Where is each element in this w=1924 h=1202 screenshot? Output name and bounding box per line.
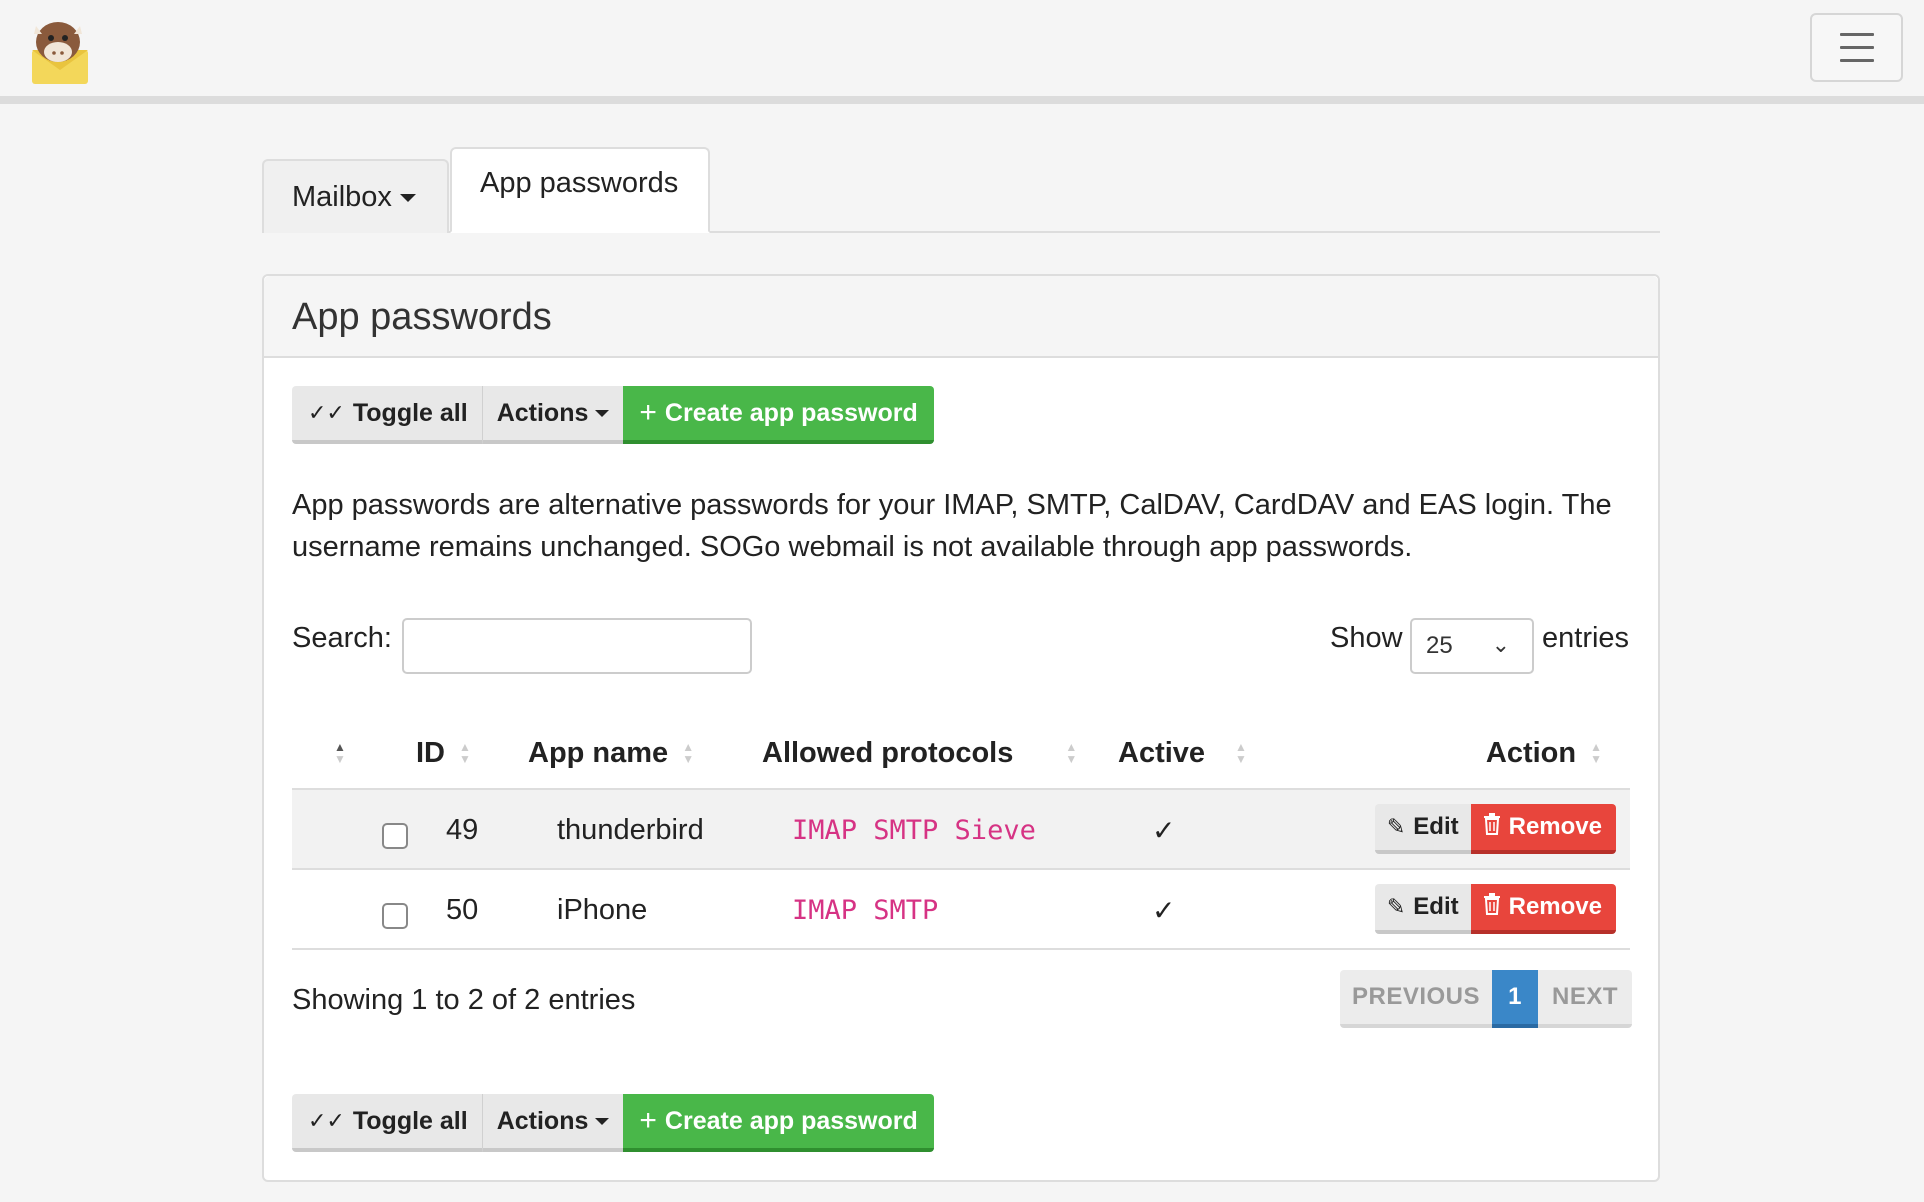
app-name-column-header[interactable]: App name ▲ ▼ <box>528 716 694 790</box>
row-checkbox[interactable] <box>382 823 408 849</box>
pencil-icon: ✎ <box>1386 814 1406 839</box>
row-checkbox[interactable] <box>382 903 408 929</box>
edit-button[interactable]: ✎ Edit <box>1374 884 1471 934</box>
tab-mailbox[interactable]: Mailbox <box>262 159 449 233</box>
table-info: Showing 1 to 2 of 2 entries <box>292 984 636 1016</box>
sort-icon: ▲ ▼ <box>459 740 471 766</box>
row-actions: ✎ Edit Remove <box>1374 804 1616 854</box>
row-actions: ✎ Edit Remove <box>1374 884 1616 934</box>
row-app-name: iPhone <box>557 893 648 926</box>
tab-app-passwords[interactable]: App passwords <box>450 147 710 233</box>
page-1-button[interactable]: 1 <box>1492 970 1538 1028</box>
create-app-password-button[interactable]: + Create app password <box>623 1094 934 1152</box>
app-passwords-table: ▲ ▼ ID ▲ ▼ App name ▲ ▼ Allowed protocols ▲… <box>292 716 1630 950</box>
active-column-header[interactable]: Active ▲ ▼ <box>1118 716 1247 790</box>
remove-button[interactable]: Remove <box>1470 884 1616 934</box>
sort-icon: ▲ ▼ <box>1590 740 1602 766</box>
chevron-down-icon: ⌄ <box>1491 632 1510 657</box>
pencil-icon: ✎ <box>1386 894 1406 919</box>
create-app-password-button[interactable]: + Create app password <box>623 386 934 444</box>
hamburger-menu-icon <box>1839 33 1874 36</box>
double-check-icon: ✓✓ <box>308 1108 345 1133</box>
show-label: Show <box>1330 622 1403 654</box>
row-protocols: IMAP SMTP Sieve <box>792 814 1036 846</box>
tab-app-passwords-label: App passwords <box>480 167 679 199</box>
entries-per-page-select[interactable]: 25 ⌄ <box>1410 618 1534 674</box>
row-protocols: IMAP SMTP <box>792 894 939 926</box>
actions-dropdown-button[interactable]: Actions <box>482 1094 624 1152</box>
next-page-button[interactable]: NEXT <box>1538 970 1632 1028</box>
edit-button[interactable]: ✎ Edit <box>1374 804 1471 854</box>
trash-icon <box>1483 892 1501 922</box>
actions-dropdown-button[interactable]: Actions <box>482 386 624 444</box>
row-id: 50 <box>446 893 479 926</box>
action-column-header[interactable]: Action ▲ ▼ <box>1486 716 1602 790</box>
double-check-icon: ✓✓ <box>308 400 345 425</box>
row-app-name: thunderbird <box>557 813 704 846</box>
mailcow-logo[interactable] <box>26 14 102 90</box>
trash-icon <box>1483 812 1501 842</box>
toggle-all-button[interactable]: ✓✓ Toggle all <box>292 1094 483 1152</box>
hamburger-menu-button[interactable] <box>1810 13 1903 82</box>
top-navbar <box>0 0 1924 104</box>
plus-icon: + <box>639 396 657 429</box>
sort-icon: ▲ ▼ <box>682 740 695 766</box>
caret-down-icon <box>595 409 610 417</box>
tab-mailbox-label: Mailbox <box>292 180 392 213</box>
remove-button[interactable]: Remove <box>1470 804 1616 854</box>
active-check-icon: ✓ <box>1152 814 1176 846</box>
row-id: 49 <box>446 813 479 846</box>
pagination: PREVIOUS 1 NEXT <box>1340 970 1632 1028</box>
select-column-header[interactable]: ▲ ▼ <box>320 716 346 790</box>
caret-down-icon <box>399 194 416 202</box>
previous-page-button[interactable]: PREVIOUS <box>1340 970 1492 1028</box>
table-row: 49 thunderbird IMAP SMTP Sieve ✓ ✎ Edit … <box>292 790 1630 870</box>
table-header: ▲ ▼ ID ▲ ▼ App name ▲ ▼ Allowed protocols ▲… <box>292 716 1630 790</box>
toggle-all-button[interactable]: ✓✓ Toggle all <box>292 386 483 444</box>
toolbar-bottom: ✓✓ Toggle all Actions + Create app passw… <box>292 1094 934 1152</box>
sort-icon: ▲ ▼ <box>334 740 346 766</box>
sort-icon: ▲ ▼ <box>1235 740 1247 766</box>
caret-down-icon <box>595 1117 610 1125</box>
app-passwords-panel: App passwords ✓✓ Toggle all Actions + Cr… <box>262 274 1660 1182</box>
tab-bar: Mailbox App passwords <box>262 147 1660 233</box>
description-text: App passwords are alternative passwords … <box>292 489 1612 563</box>
toolbar-top: ✓✓ Toggle all Actions + Create app passw… <box>292 386 934 444</box>
sort-icon: ▲ ▼ <box>1065 740 1078 766</box>
id-column-header[interactable]: ID ▲ ▼ <box>416 716 471 790</box>
table-row: 50 iPhone IMAP SMTP ✓ ✎ Edit Remove <box>292 870 1630 950</box>
active-check-icon: ✓ <box>1152 894 1176 926</box>
plus-icon: + <box>639 1104 657 1137</box>
panel-title: App passwords <box>264 276 1658 358</box>
protocols-column-header[interactable]: Allowed protocols ▲ ▼ <box>762 716 1077 790</box>
entries-label: entries <box>1542 622 1630 654</box>
search-label: Search: <box>292 622 392 654</box>
search-input[interactable] <box>402 618 752 674</box>
